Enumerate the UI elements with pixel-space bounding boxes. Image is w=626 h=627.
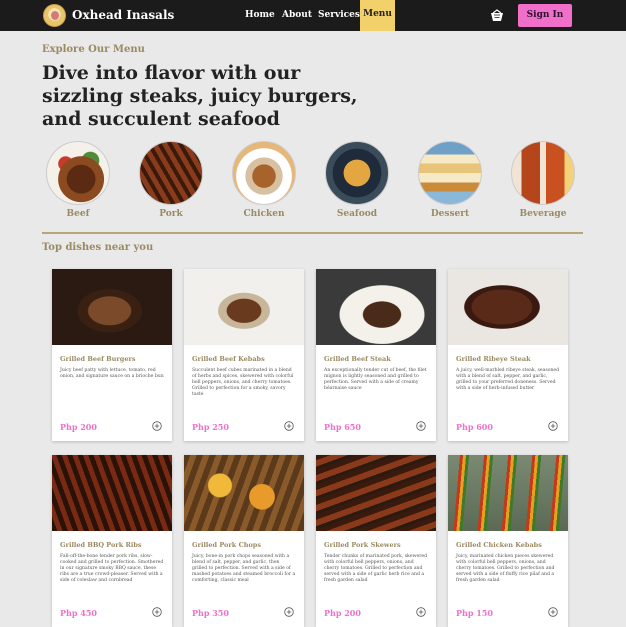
dish-image	[184, 455, 304, 531]
category-beef[interactable]: Beef	[45, 141, 111, 219]
nav-link-home[interactable]: Home	[245, 10, 275, 20]
dish-title: Grilled Ribeye Steak	[456, 355, 531, 363]
dish-card[interactable]: Grilled Pork Chops Juicy, bone-in pork c…	[184, 455, 304, 627]
category-label: Pork	[159, 209, 183, 219]
nav-link-menu-active[interactable]: Menu	[360, 0, 395, 31]
basket-icon[interactable]	[490, 9, 504, 22]
dish-image	[316, 455, 436, 531]
dish-title: Grilled Beef Burgers	[60, 355, 136, 363]
section-divider	[42, 232, 583, 234]
dish-card[interactable]: Grilled BBQ Pork Ribs Fall-off-the-bone …	[52, 455, 172, 627]
category-label: Beverage	[519, 209, 567, 219]
category-label: Dessert	[430, 209, 470, 219]
category-image	[325, 141, 389, 205]
category-seafood[interactable]: Seafood	[324, 141, 390, 219]
dish-card[interactable]: Grilled Ribeye Steak A juicy, well-marbl…	[448, 269, 568, 441]
dish-price: Php 250	[192, 422, 229, 432]
dish-title: Grilled Beef Kebabs	[192, 355, 265, 363]
add-to-cart-icon[interactable]	[284, 607, 294, 617]
dish-card[interactable]: Grilled Beef Kebabs Succulent beef cubes…	[184, 269, 304, 441]
add-to-cart-icon[interactable]	[152, 421, 162, 431]
dish-title: Grilled Chicken Kebabs	[456, 541, 542, 549]
dish-description: Tender chunks of marinated pork, skewere…	[324, 554, 428, 584]
dish-description: Juicy beef patty with lettuce, tomato, r…	[60, 368, 164, 380]
brand-name[interactable]: Oxhead Inasals	[72, 8, 174, 22]
category-dessert[interactable]: Dessert	[417, 141, 483, 219]
dish-description: Juicy, bone-in pork chops seasoned with …	[192, 554, 296, 584]
top-nav: Oxhead Inasals Home About Services Menu …	[0, 0, 626, 31]
add-to-cart-icon[interactable]	[416, 607, 426, 617]
category-beverage[interactable]: Beverage	[510, 141, 576, 219]
dish-price: Php 600	[456, 422, 493, 432]
explore-eyebrow: Explore Our Menu	[42, 44, 145, 55]
dish-description: A juicy, well-marbled ribeye steak, seas…	[456, 368, 560, 392]
dish-price: Php 450	[60, 608, 97, 618]
dish-card[interactable]: Grilled Chicken Kebabs Juicy, marinated …	[448, 455, 568, 627]
add-to-cart-icon[interactable]	[548, 607, 558, 617]
add-to-cart-icon[interactable]	[152, 607, 162, 617]
dish-description: Fall-off-the-bone tender pork ribs, slow…	[60, 554, 164, 584]
add-to-cart-icon[interactable]	[284, 421, 294, 431]
category-label: Beef	[66, 209, 90, 219]
dish-price: Php 200	[60, 422, 97, 432]
category-image	[511, 141, 575, 205]
dish-description: An exceptionally tender cut of beef, the…	[324, 368, 427, 392]
dish-image	[52, 455, 172, 531]
category-image	[418, 141, 482, 205]
dish-image	[52, 269, 172, 345]
dish-image	[448, 269, 568, 345]
category-image	[46, 141, 110, 205]
logo[interactable]	[43, 4, 66, 27]
dish-image	[448, 455, 568, 531]
nav-link-about[interactable]: About	[282, 10, 312, 20]
section-title: Top dishes near you	[42, 242, 154, 253]
category-label: Seafood	[336, 209, 378, 219]
dish-title: Grilled Pork Skewers	[324, 541, 401, 549]
dish-title: Grilled BBQ Pork Ribs	[60, 541, 142, 549]
dish-price: Php 150	[456, 608, 493, 618]
nav-link-services[interactable]: Services	[318, 10, 360, 20]
dish-price: Php 350	[192, 608, 229, 618]
dish-card[interactable]: Grilled Beef Steak An exceptionally tend…	[316, 269, 436, 441]
add-to-cart-icon[interactable]	[416, 421, 426, 431]
dish-card[interactable]: Grilled Pork Skewers Tender chunks of ma…	[316, 455, 436, 627]
add-to-cart-icon[interactable]	[548, 421, 558, 431]
page-headline: Dive into flavor with our sizzling steak…	[42, 62, 358, 130]
category-image	[232, 141, 296, 205]
dish-title: Grilled Pork Chops	[192, 541, 262, 549]
dish-price: Php 200	[324, 608, 361, 618]
dish-price: Php 650	[324, 422, 361, 432]
category-image	[139, 141, 203, 205]
category-pork[interactable]: Pork	[138, 141, 204, 219]
category-chicken[interactable]: Chicken	[231, 141, 297, 219]
dish-image	[184, 269, 304, 345]
dish-description: Juicy, marinated chicken pieces skewered…	[456, 554, 555, 584]
sign-in-button[interactable]: Sign In	[518, 4, 572, 27]
dish-image	[316, 269, 436, 345]
category-label: Chicken	[243, 209, 285, 219]
dish-description: Succulent beef cubes marinated in a blen…	[192, 368, 294, 398]
dish-title: Grilled Beef Steak	[324, 355, 391, 363]
dish-card[interactable]: Grilled Beef Burgers Juicy beef patty wi…	[52, 269, 172, 441]
